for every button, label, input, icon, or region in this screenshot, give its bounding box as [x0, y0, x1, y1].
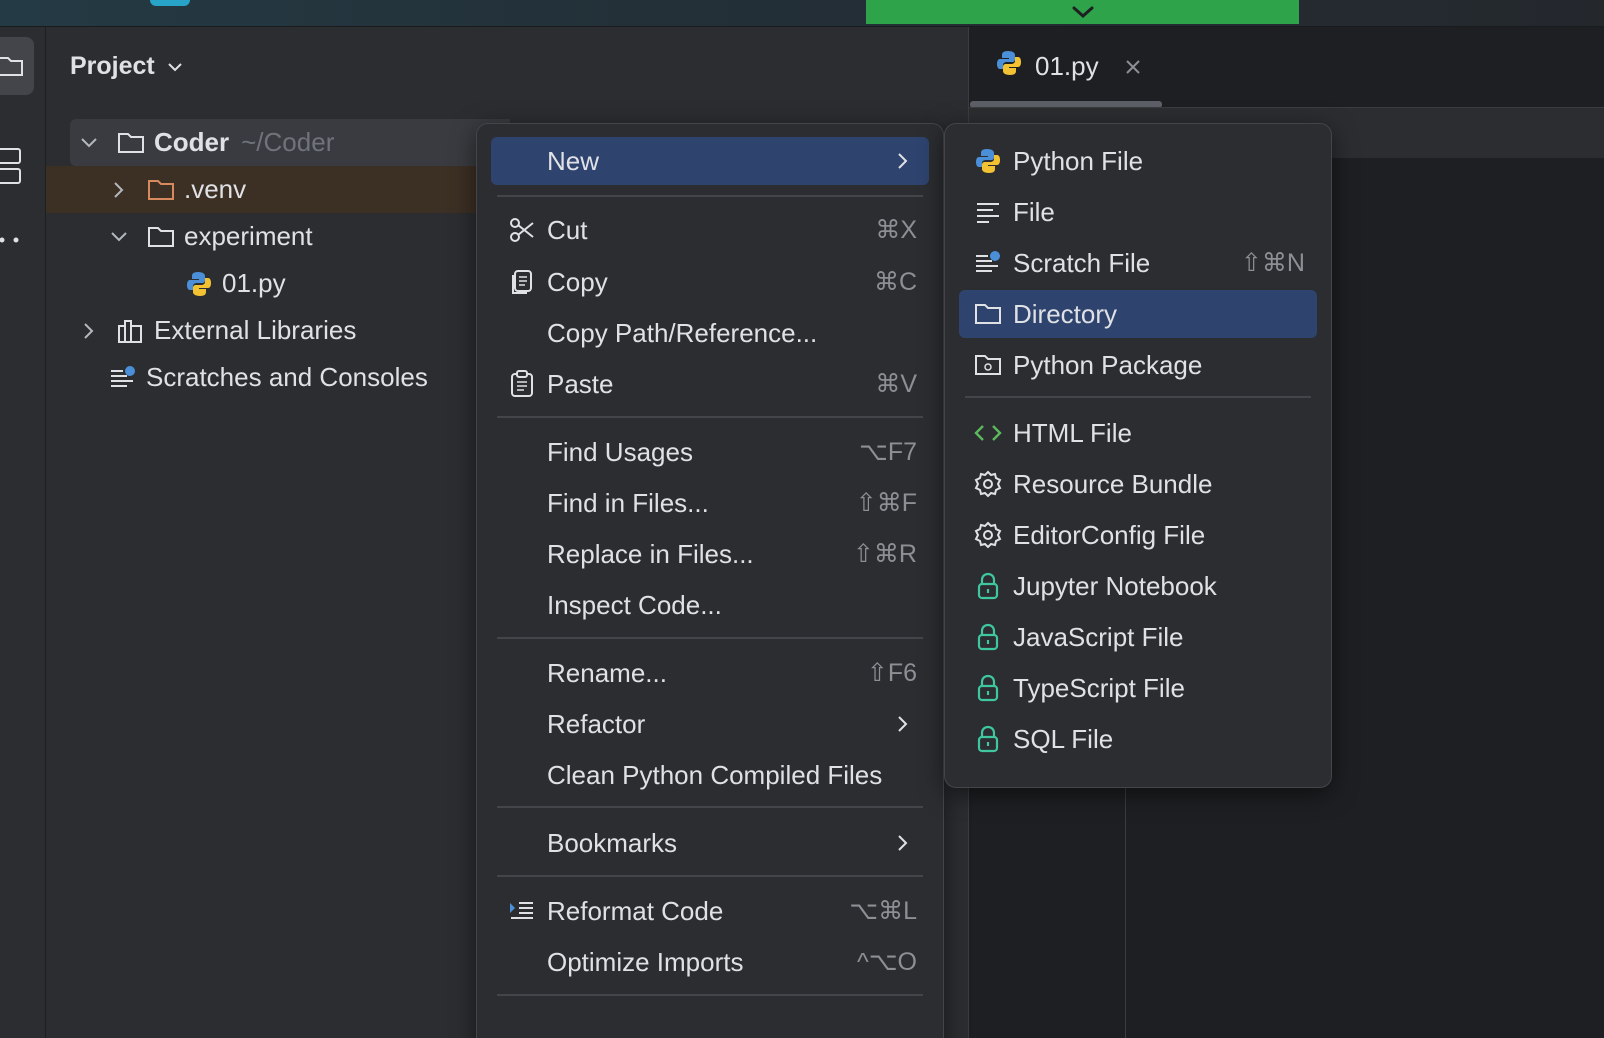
tab-label: 01.py	[1035, 51, 1099, 81]
menu-item-refactor[interactable]: Refactor	[491, 700, 929, 748]
chevron-right-icon	[893, 151, 913, 171]
tree-row-scratches[interactable]: Scratches and Consoles	[108, 354, 428, 401]
gear-icon	[973, 469, 1003, 499]
submenu-item-file[interactable]: File	[959, 188, 1317, 236]
menu-item-reformat[interactable]: Reformat Code ⌥⌘L	[491, 887, 929, 935]
notification-banner[interactable]	[866, 0, 1299, 24]
divider	[497, 195, 923, 197]
lock-icon	[973, 724, 1003, 754]
menu-item-new[interactable]: New	[491, 137, 929, 185]
close-icon[interactable]	[1125, 51, 1141, 82]
divider	[497, 875, 923, 877]
submenu-item-javascript[interactable]: JavaScript File	[959, 613, 1317, 661]
tree-row-venv[interactable]: .venv	[46, 166, 510, 213]
tree-row-file[interactable]: 01.py	[184, 260, 286, 307]
reformat-icon	[507, 896, 537, 926]
python-icon	[973, 146, 1003, 176]
menu-item-find-usages[interactable]: Find Usages ⌥F7	[491, 428, 929, 476]
submenu-item-python-file[interactable]: Python File	[959, 137, 1317, 185]
tree-path-root: ~/Coder	[241, 127, 335, 157]
python-icon	[184, 270, 214, 298]
divider	[497, 994, 923, 996]
scissors-icon	[507, 215, 537, 245]
menu-item-clean-compiled[interactable]: Clean Python Compiled Files	[491, 751, 929, 799]
chevron-down-icon	[1072, 6, 1093, 19]
title-bar	[0, 0, 1604, 27]
submenu-item-resource-bundle[interactable]: Resource Bundle	[959, 460, 1317, 508]
menu-item-optimize-imports[interactable]: Optimize Imports ^⌥O	[491, 938, 929, 986]
menu-item-bookmarks[interactable]: Bookmarks	[491, 819, 929, 867]
folder-icon	[146, 176, 176, 204]
scratch-file-icon	[973, 248, 1003, 278]
context-menu: New Cut ⌘X Copy ⌘C Copy Path/Reference..…	[476, 123, 944, 1038]
menu-item-cut[interactable]: Cut ⌘X	[491, 206, 929, 254]
divider	[497, 416, 923, 418]
html-icon	[973, 418, 1003, 448]
chevron-right-icon[interactable]	[78, 320, 100, 342]
divider	[965, 396, 1311, 398]
lock-icon	[973, 673, 1003, 703]
chevron-right-icon	[893, 714, 913, 734]
editor-tab[interactable]: 01.py	[995, 49, 1141, 84]
chevron-right-icon	[893, 833, 913, 853]
project-badge[interactable]	[150, 0, 190, 6]
submenu-item-jupyter[interactable]: Jupyter Notebook	[959, 562, 1317, 610]
python-icon	[995, 49, 1023, 84]
folder-icon	[146, 223, 176, 251]
panel-title-label: Project	[70, 52, 155, 80]
submenu-item-python-package[interactable]: Python Package	[959, 341, 1317, 389]
tree-label-root: Coder	[154, 127, 230, 157]
submenu-item-scratch-file[interactable]: Scratch File ⇧⌘N	[959, 239, 1317, 287]
tree-row-experiment[interactable]: experiment	[108, 213, 313, 260]
gear-icon	[973, 520, 1003, 550]
submenu-item-typescript[interactable]: TypeScript File	[959, 664, 1317, 712]
tree-label-file: 01.py	[222, 268, 286, 298]
scratch-file-icon	[108, 364, 138, 392]
chevron-down-icon[interactable]	[78, 132, 100, 154]
lock-icon	[973, 571, 1003, 601]
menu-item-paste[interactable]: Paste ⌘V	[491, 360, 929, 408]
submenu-item-sql[interactable]: SQL File	[959, 715, 1317, 763]
project-tool-button[interactable]	[0, 37, 34, 95]
menu-item-inspect-code[interactable]: Inspect Code...	[491, 581, 929, 629]
folder-icon	[116, 129, 146, 157]
folder-icon	[973, 299, 1003, 329]
package-icon	[973, 350, 1003, 380]
divider	[497, 806, 923, 808]
tree-row-external[interactable]: External Libraries	[70, 307, 356, 354]
submenu-item-directory[interactable]: Directory	[959, 290, 1317, 338]
tree-row-root[interactable]: Coder ~/Coder	[70, 119, 510, 166]
clipboard-icon	[507, 369, 537, 399]
copy-icon	[507, 267, 537, 297]
chevron-down-icon	[168, 62, 182, 71]
tree-label-scratches: Scratches and Consoles	[146, 362, 428, 392]
menu-item-find-in-files[interactable]: Find in Files... ⇧⌘F	[491, 479, 929, 527]
divider	[497, 637, 923, 639]
menu-item-copy[interactable]: Copy ⌘C	[491, 258, 929, 306]
menu-item-copy-path[interactable]: Copy Path/Reference...	[491, 309, 929, 357]
submenu-item-editorconfig[interactable]: EditorConfig File	[959, 511, 1317, 559]
chevron-right-icon[interactable]	[108, 179, 130, 201]
more-icon[interactable]	[0, 235, 24, 245]
folder-icon	[0, 57, 23, 76]
menu-item-rename[interactable]: Rename... ⇧F6	[491, 649, 929, 697]
tree-label-venv: .venv	[184, 174, 247, 204]
tree-label-external: External Libraries	[154, 315, 357, 345]
submenu-item-html-file[interactable]: HTML File	[959, 409, 1317, 457]
tool-window-strip	[0, 27, 46, 1038]
text-file-icon	[973, 197, 1003, 227]
structure-icon[interactable]	[0, 147, 24, 187]
tree-label-experiment: experiment	[184, 221, 313, 251]
menu-item-replace-in-files[interactable]: Replace in Files... ⇧⌘R	[491, 530, 929, 578]
new-submenu: Python File File Scratch File ⇧⌘N Direct…	[944, 123, 1332, 788]
lock-icon	[973, 622, 1003, 652]
panel-title[interactable]: Project	[70, 52, 183, 81]
chevron-down-icon[interactable]	[108, 226, 130, 248]
library-icon	[116, 317, 146, 345]
